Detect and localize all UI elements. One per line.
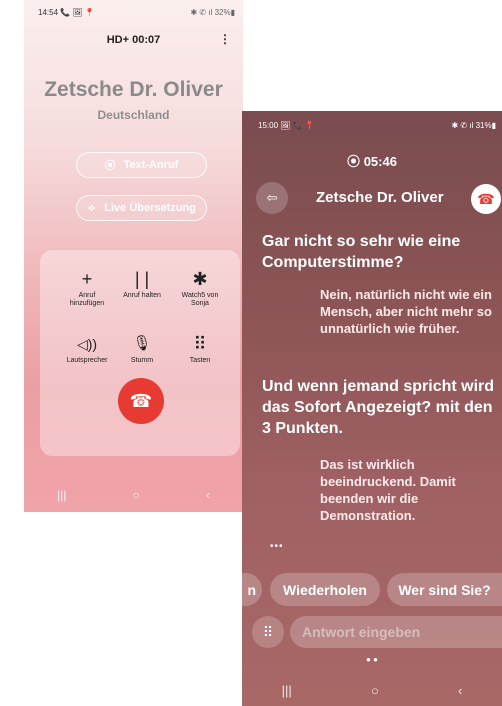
bluetooth-button[interactable]: ✱ Watch5 von Sonja [167,268,233,308]
exit-text-call-icon[interactable]: ⇦ [256,182,288,214]
bluetooth-icon: ✱ [192,269,208,289]
status-bar: 14:54 📞 🖼 📍 ✱ ✆ ıl 32%▮ [38,8,235,17]
call-timer-value: 00:07 [132,34,161,46]
hold-call-label: Anruf halten [123,292,161,299]
home-icon[interactable]: ○ [371,683,379,698]
pause-icon: | | [134,269,150,289]
mute-label: Stumm [130,357,154,364]
more-options-icon[interactable]: ⋮ [219,32,231,46]
reply-input[interactable]: Antwort eingeben [290,616,502,648]
caller-name: Zetsche Dr. Oliver [316,189,444,206]
hold-call-button[interactable]: | | Anruf halten [109,268,175,300]
text-call-label: Text-Anruf [123,159,179,171]
page-indicator: ● ● [366,655,378,664]
live-translate-label: Live Übersetzung [104,202,196,214]
back-icon[interactable]: ‹ [458,683,462,698]
recent-apps-icon[interactable]: ||| [282,683,292,698]
back-icon[interactable]: ‹ [206,488,210,502]
home-icon[interactable]: ○ [133,488,140,502]
status-icons: ✱ ✆ ıl 32%▮ [190,8,236,17]
message-sent: Nein, natürlich nicht wie ein Mensch, ab… [320,287,492,336]
typing-indicator: ••• [270,541,284,552]
nav-bar: ||| ○ ‹ [242,683,502,698]
call-timer: HD+ 00:07 [24,34,243,46]
keypad-button[interactable]: ⠿ Tasten [167,333,233,365]
call-timer-value: 05:46 [363,154,397,169]
bluetooth-label: Watch5 von Sonja [181,292,219,307]
message-sent: Das ist wirklich beeindruckend. Damit be… [320,457,456,523]
sparkle-icon: ✧ [87,202,97,215]
phone-hangup-icon: ☎ [477,190,495,207]
text-call-button[interactable]: ⦿ Text-Anruf [76,152,207,178]
message-received: Gar nicht so sehr wie eine Computerstimm… [262,233,461,271]
status-time: 14:54 📞 🖼 📍 [38,8,95,17]
call-timer: ⦿ 05:46 [242,151,502,170]
call-screen-2: 15:00 🖼 📞 📍 ✱ ✆ ıl 31%▮ ⦿ 05:46 ⇦ Zetsch… [242,111,502,706]
caller-name: Zetsche Dr. Oliver [44,78,223,101]
keypad-icon: ⠿ [193,334,207,354]
status-bar: 15:00 🖼 📞 📍 ✱ ✆ ıl 31%▮ [258,121,496,130]
keypad-icon[interactable]: ⠿ [252,616,284,648]
suggestion-chip[interactable]: n [242,573,262,606]
recent-apps-icon[interactable]: ||| [57,488,66,502]
chat-bubble-icon: ⦿ [104,160,116,172]
phone-hangup-icon: ☎ [129,390,153,411]
end-call-button[interactable]: ☎ [118,378,164,424]
live-translate-button[interactable]: ✧ Live Übersetzung [76,195,207,221]
end-call-button[interactable]: ☎ [471,184,501,214]
status-icons: ✱ ✆ ıl 31%▮ [451,121,497,130]
mic-off-icon: 🎙 [132,335,152,352]
hd-plus-icon: HD+ [106,34,130,46]
suggestion-chip[interactable]: Wer sind Sie? [387,573,502,606]
suggestion-chips: n Wiederholen Wer sind Sie? [242,573,502,607]
chat-bubble-icon: ⦿ [347,154,361,169]
nav-bar: ||| ○ ‹ [24,488,243,502]
call-screen-1: 14:54 📞 🖼 📍 ✱ ✆ ıl 32%▮ HD+ 00:07 ⋮ Zets… [24,0,243,512]
suggestion-chip[interactable]: Wiederholen [270,573,380,606]
message-received: Und wenn jemand spricht wird das Sofort … [262,378,495,437]
caller-location: Deutschland [97,108,170,122]
mute-button[interactable]: 🎙 Stumm [109,333,175,365]
status-time: 15:00 🖼 📞 📍 [258,121,315,130]
keypad-label: Tasten [189,357,211,364]
